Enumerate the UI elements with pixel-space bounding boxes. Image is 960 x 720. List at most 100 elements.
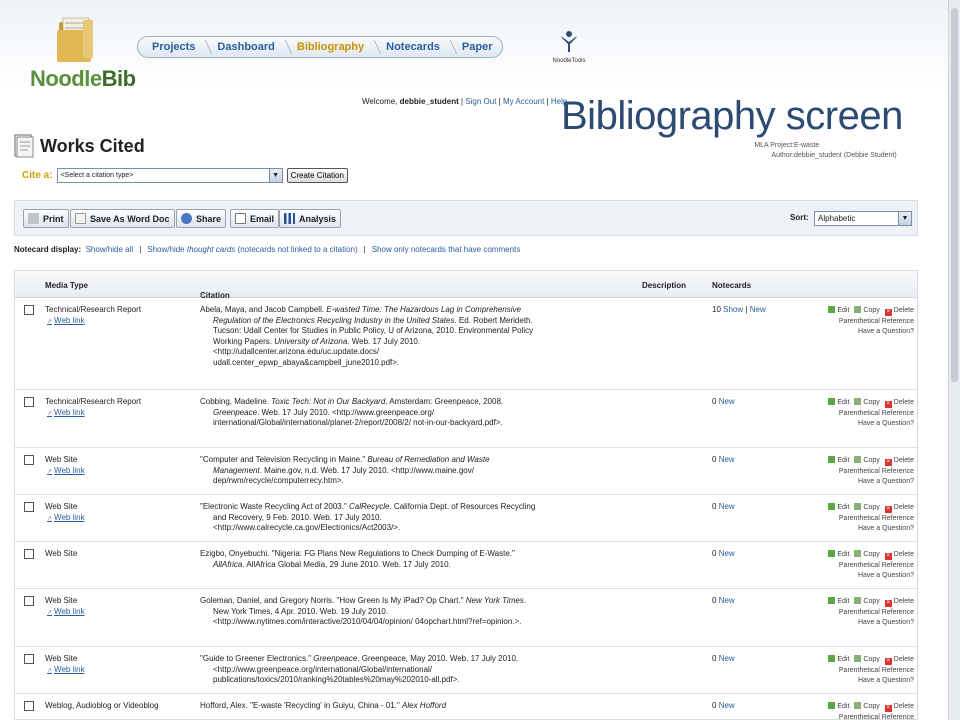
row-checkbox[interactable] (24, 397, 34, 407)
notecards-new-link[interactable]: New (750, 305, 766, 314)
parenthetical-reference-link[interactable]: Parenthetical Reference (810, 409, 914, 420)
save-word-button[interactable]: Save As Word Doc (70, 209, 175, 228)
parenthetical-reference-link[interactable]: Parenthetical Reference (810, 514, 914, 525)
copy-button[interactable]: Copy (854, 702, 879, 713)
scrollbar-thumb[interactable] (951, 8, 958, 382)
share-button[interactable]: Share (176, 209, 227, 228)
web-link[interactable]: Web link (47, 316, 85, 325)
delete-button[interactable]: Delete (885, 306, 914, 317)
row-checkbox[interactable] (24, 455, 34, 465)
edit-button[interactable]: Edit (828, 456, 849, 467)
have-a-question-link[interactable]: Have a Question? (810, 618, 914, 629)
have-a-question-link[interactable]: Have a Question? (810, 676, 914, 687)
row-actions: Edit Copy DeleteParenthetical ReferenceHav… (810, 503, 914, 535)
edit-button[interactable]: Edit (828, 597, 849, 608)
notecards-new-link[interactable]: New (719, 397, 735, 406)
delete-button[interactable]: Delete (885, 597, 914, 608)
notecard-count: 0 New (712, 654, 735, 663)
nav-dashboard[interactable]: Dashboard (209, 37, 288, 57)
media-type: Web Site (45, 455, 78, 464)
notecards-new-link[interactable]: New (719, 502, 735, 511)
parenthetical-reference-link[interactable]: Parenthetical Reference (810, 713, 914, 720)
citation-type-select[interactable]: <Select a citation type> ▼ (56, 168, 283, 183)
web-link[interactable]: Web link (47, 466, 85, 475)
main-nav: Projects Dashboard Bibliography Notecard… (137, 36, 503, 58)
row-checkbox[interactable] (24, 502, 34, 512)
chevron-down-icon[interactable]: ▼ (268, 169, 282, 182)
copy-button[interactable]: Copy (854, 456, 879, 467)
row-checkbox[interactable] (24, 654, 34, 664)
notecards-new-link[interactable]: New (719, 654, 735, 663)
row-checkbox[interactable] (24, 596, 34, 606)
show-hide-all-link[interactable]: Show/hide all (86, 245, 134, 254)
parenthetical-reference-link[interactable]: Parenthetical Reference (810, 561, 914, 572)
web-link[interactable]: Web link (47, 607, 85, 616)
parenthetical-reference-link[interactable]: Parenthetical Reference (810, 666, 914, 677)
analysis-button[interactable]: Analysis (279, 209, 342, 228)
noodletools-logo[interactable]: NoodleTools (544, 30, 594, 66)
email-button[interactable]: Email (230, 209, 280, 228)
row-checkbox[interactable] (24, 549, 34, 559)
edit-button[interactable]: Edit (828, 550, 849, 561)
create-citation-button[interactable]: Create Citation (286, 168, 348, 183)
have-a-question-link[interactable]: Have a Question? (810, 477, 914, 488)
copy-button[interactable]: Copy (854, 398, 879, 409)
edit-button[interactable]: Edit (828, 306, 849, 317)
copy-button[interactable]: Copy (854, 550, 879, 561)
delete-button[interactable]: Delete (885, 398, 914, 409)
row-checkbox[interactable] (24, 305, 34, 315)
notecards-new-link[interactable]: New (719, 549, 735, 558)
header-description[interactable]: Description (642, 281, 686, 290)
nav-projects[interactable]: Projects (144, 37, 209, 57)
web-link[interactable]: Web link (47, 513, 85, 522)
notecard-count: 0 New (712, 502, 735, 511)
copy-button[interactable]: Copy (854, 597, 879, 608)
page-title: Works Cited (40, 136, 145, 156)
delete-button[interactable]: Delete (885, 550, 914, 561)
edit-button[interactable]: Edit (828, 398, 849, 409)
sort-select[interactable]: Alphabetic ▼ (814, 211, 912, 226)
edit-button[interactable]: Edit (828, 655, 849, 666)
noodlebib-logo-icon (57, 17, 93, 62)
header-media-type[interactable]: Media Type (45, 281, 88, 290)
show-hide-thought-cards-link[interactable]: Show/hide thought cards (notecards not l… (147, 245, 357, 254)
have-a-question-link[interactable]: Have a Question? (810, 419, 914, 430)
have-a-question-link[interactable]: Have a Question? (810, 327, 914, 338)
my-account-link[interactable]: My Account (503, 97, 544, 106)
nav-notecards[interactable]: Notecards (378, 37, 454, 57)
nav-paper[interactable]: Paper (454, 37, 502, 57)
parenthetical-reference-link[interactable]: Parenthetical Reference (810, 317, 914, 328)
edit-button[interactable]: Edit (828, 702, 849, 713)
web-link[interactable]: Web link (47, 408, 85, 417)
delete-button[interactable]: Delete (885, 456, 914, 467)
citation-text: "Computer and Television Recycling in Ma… (200, 455, 490, 486)
delete-button[interactable]: Delete (885, 655, 914, 666)
row-checkbox[interactable] (24, 701, 34, 711)
header-notecards[interactable]: Notecards (712, 281, 751, 290)
delete-button[interactable]: Delete (885, 702, 914, 713)
nav-bibliography[interactable]: Bibliography (289, 37, 378, 57)
have-a-question-link[interactable]: Have a Question? (810, 524, 914, 535)
delete-button[interactable]: Delete (885, 503, 914, 514)
chevron-down-icon[interactable]: ▼ (898, 212, 911, 225)
media-type: Web Site (45, 596, 78, 605)
print-button[interactable]: Print (23, 209, 69, 228)
parenthetical-reference-link[interactable]: Parenthetical Reference (810, 608, 914, 619)
copy-button[interactable]: Copy (854, 306, 879, 317)
notecards-new-link[interactable]: New (719, 596, 735, 605)
web-link[interactable]: Web link (47, 665, 85, 674)
notecards-new-link[interactable]: New (719, 455, 735, 464)
copy-button[interactable]: Copy (854, 655, 879, 666)
vertical-scrollbar[interactable] (948, 0, 960, 720)
noodlebib-logo[interactable]: NoodleBib (30, 66, 136, 92)
edit-button[interactable]: Edit (828, 503, 849, 514)
notecards-new-link[interactable]: New (719, 701, 735, 710)
slide-overlay-title: Bibliography screen (561, 94, 903, 138)
copy-button[interactable]: Copy (854, 503, 879, 514)
show-only-comments-link[interactable]: Show only notecards that have comments (372, 245, 521, 254)
table-row: Technical/Research Report Web link Cobbing… (15, 390, 917, 448)
notecards-show-link[interactable]: Show (723, 305, 743, 314)
have-a-question-link[interactable]: Have a Question? (810, 571, 914, 582)
sign-out-link[interactable]: Sign Out (465, 97, 496, 106)
parenthetical-reference-link[interactable]: Parenthetical Reference (810, 467, 914, 478)
